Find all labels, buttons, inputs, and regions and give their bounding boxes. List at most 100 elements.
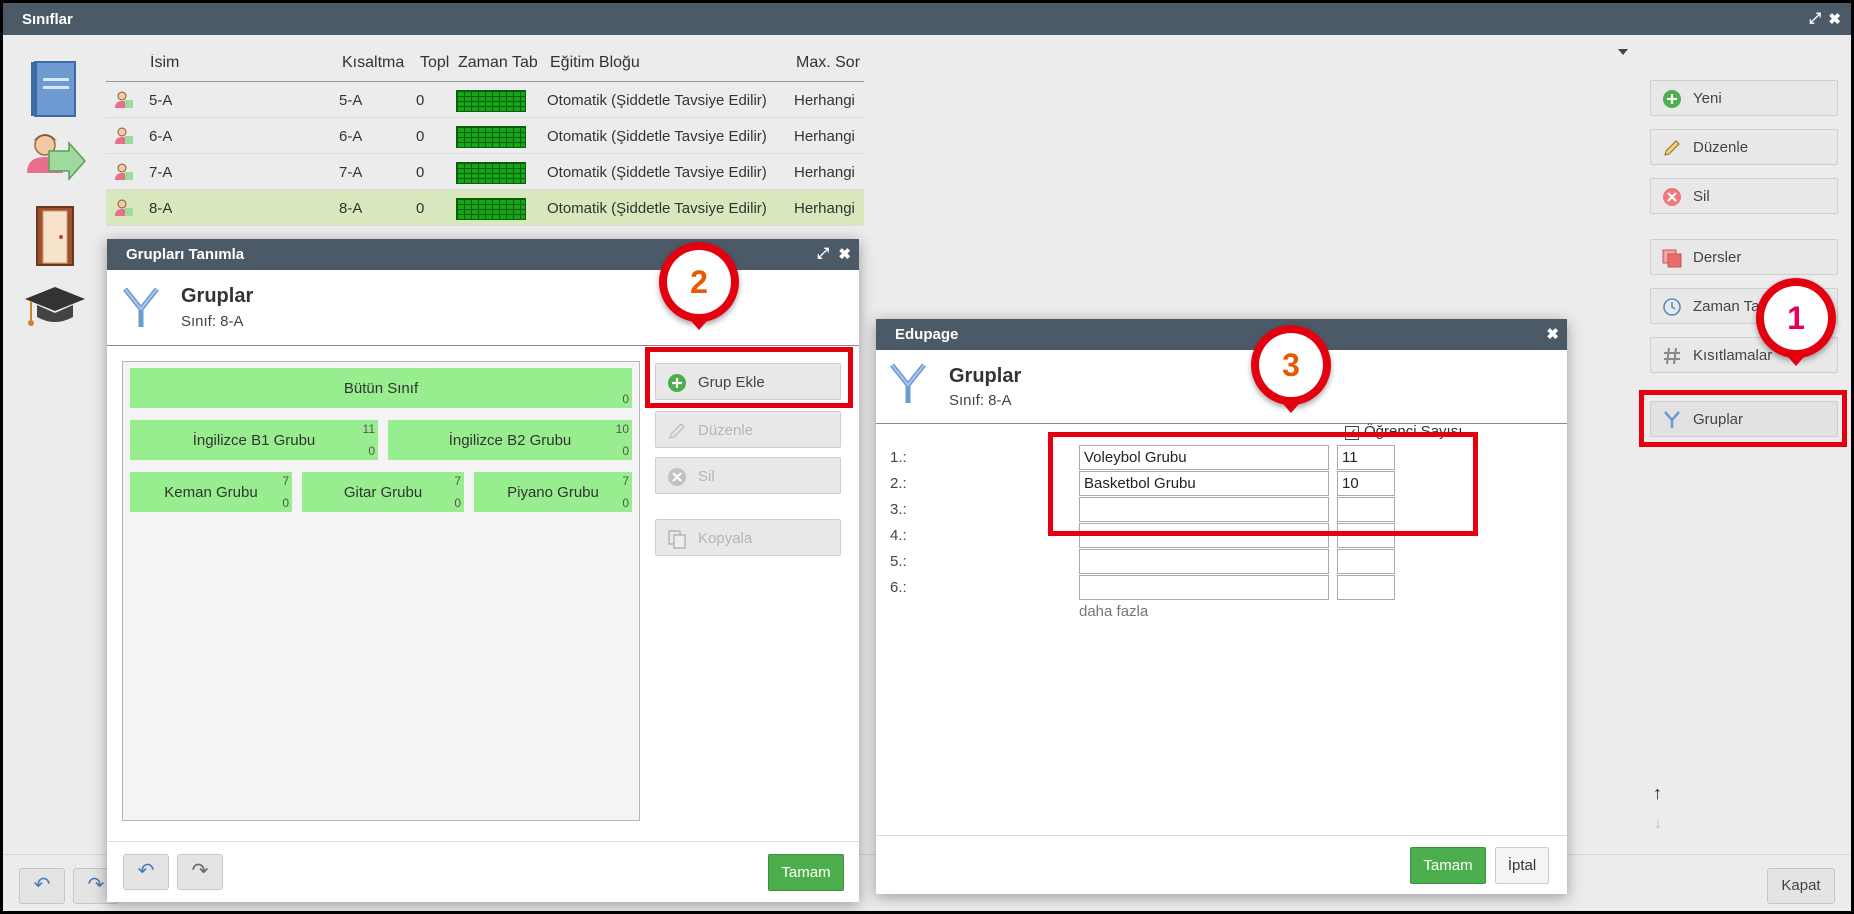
copy-icon [668, 530, 686, 549]
group-count-bottom: 0 [622, 444, 629, 458]
class-icon [115, 199, 133, 216]
step-marker-2: 2 [659, 242, 739, 330]
cell-block: Otomatik (Şiddetle Tavsiye Edilir) [547, 200, 767, 217]
move-up-icon[interactable]: ↑ [1653, 783, 1662, 804]
group-tile[interactable]: Gitar Grubu 7 0 [302, 472, 464, 512]
ok-button[interactable]: Tamam [768, 854, 844, 891]
close-button[interactable]: Kapat [1767, 868, 1835, 904]
cell-total: 0 [416, 200, 425, 217]
step-number: 1 [1764, 286, 1828, 350]
step-number: 2 [667, 250, 731, 314]
new-button[interactable]: Yeni [1650, 80, 1838, 116]
door-icon[interactable] [23, 203, 87, 267]
classes-icon[interactable] [23, 127, 87, 191]
classes-table: İsim Kısaltma Topl Zaman Tab Eğitim Bloğ… [106, 43, 864, 226]
step-marker-1: 1 [1756, 278, 1836, 366]
cell-total: 0 [416, 164, 425, 181]
undo-button[interactable]: ↶ [19, 868, 65, 904]
dialog-title: Grupları Tanımla [126, 246, 245, 263]
class-icon [115, 91, 133, 108]
close-icon[interactable]: ✖ [838, 245, 851, 263]
pencil-icon [669, 423, 685, 439]
group-count-input[interactable] [1337, 549, 1395, 574]
redo-button[interactable]: ↷ [177, 854, 223, 890]
col-header-timetable[interactable]: Zaman Tab [458, 54, 540, 72]
copy-group-button[interactable]: Kopyala [655, 519, 841, 556]
dialog-titlebar: Edupage ✖ [876, 319, 1567, 350]
dialog-header: Gruplar [181, 285, 254, 307]
cell-max: Herhangi [794, 92, 855, 109]
class-icon [115, 163, 133, 180]
step-number: 3 [1259, 333, 1323, 397]
group-tile[interactable]: Keman Grubu 7 0 [130, 472, 292, 512]
col-header-name[interactable]: İsim [150, 54, 290, 72]
col-header-total[interactable]: Topl [420, 54, 450, 72]
group-tile[interactable]: İngilizce B2 Grubu 10 0 [388, 420, 632, 460]
timetable-grid [456, 126, 526, 148]
edit-button[interactable]: Düzenle [1650, 129, 1838, 165]
close-icon[interactable]: ✖ [1828, 10, 1841, 28]
cell-total: 0 [416, 92, 425, 109]
delete-group-button[interactable]: Sil [655, 457, 841, 494]
delete-circle-icon [668, 468, 686, 486]
table-row[interactable]: 5-A 5-A 0 Otomatik (Şiddetle Tavsiye Edi… [106, 82, 864, 118]
maximize-icon[interactable]: ⤢ [817, 245, 829, 262]
cell-short: 7-A [339, 164, 363, 181]
lessons-button[interactable]: Dersler [1650, 239, 1838, 275]
table-row[interactable]: 6-A 6-A 0 Otomatik (Şiddetle Tavsiye Edi… [106, 118, 864, 154]
col-header-max[interactable]: Max. Sor [796, 54, 864, 72]
timetable-grid [456, 162, 526, 184]
dialog-title: Edupage [895, 326, 959, 343]
row-label: 3.: [890, 501, 907, 518]
column-menu-arrow-icon[interactable] [1618, 49, 1628, 55]
row-label: 1.: [890, 449, 907, 466]
lessons-icon [1662, 249, 1682, 268]
plus-circle-icon [1663, 90, 1681, 108]
lessons-button-label: Dersler [1693, 249, 1742, 266]
table-header: İsim Kısaltma Topl Zaman Tab Eğitim Bloğ… [106, 43, 864, 82]
group-count-top: 7 [282, 474, 289, 488]
group-count-top: 11 [362, 422, 375, 436]
new-button-label: Yeni [1693, 90, 1722, 107]
col-header-block[interactable]: Eğitim Bloğu [550, 54, 750, 72]
group-count-bottom: 0 [282, 496, 289, 510]
move-down-icon: ↓ [1654, 815, 1662, 832]
cell-block: Otomatik (Şiddetle Tavsiye Edilir) [547, 92, 767, 109]
table-row[interactable]: 7-A 7-A 0 Otomatik (Şiddetle Tavsiye Edi… [106, 154, 864, 190]
cell-name: 7-A [149, 164, 173, 181]
cell-block: Otomatik (Şiddetle Tavsiye Edilir) [547, 164, 767, 181]
group-name: İngilizce B2 Grubu [448, 432, 572, 449]
groups-fork-icon [890, 363, 926, 403]
ok-button[interactable]: Tamam [1410, 847, 1486, 884]
graduation-cap-icon[interactable] [23, 277, 87, 341]
more-link[interactable]: daha fazla [1079, 603, 1148, 620]
delete-button[interactable]: Sil [1650, 178, 1838, 214]
divider [876, 423, 1567, 424]
copy-group-label: Kopyala [698, 530, 753, 547]
undo-button[interactable]: ↶ [123, 854, 169, 890]
maximize-icon[interactable]: ⤢ [1809, 10, 1821, 27]
clock-icon [1663, 298, 1681, 316]
col-header-short[interactable]: Kısaltma [342, 54, 412, 72]
window-titlebar: Sınıflar ⤢ ✖ [3, 3, 1851, 35]
book-icon[interactable] [23, 58, 87, 122]
close-icon[interactable]: ✖ [1546, 325, 1559, 343]
group-name-input[interactable] [1079, 549, 1329, 574]
group-tile-whole-class[interactable]: Bütün Sınıf 0 [130, 368, 632, 408]
group-count-top: 7 [622, 474, 629, 488]
groups-fork-icon [123, 287, 159, 327]
table-row-selected[interactable]: 8-A 8-A 0 Otomatik (Şiddetle Tavsiye Edi… [106, 190, 864, 226]
constraints-button-label: Kısıtlamalar [1693, 347, 1773, 364]
dialog-header: Gruplar [949, 365, 1022, 387]
row-label: 4.: [890, 527, 907, 544]
cell-name: 6-A [149, 128, 173, 145]
group-name-input[interactable] [1079, 575, 1329, 600]
group-count-input[interactable] [1337, 575, 1395, 600]
cancel-button[interactable]: İptal [1495, 847, 1549, 884]
edit-group-button[interactable]: Düzenle [655, 411, 841, 448]
group-tile[interactable]: İngilizce B1 Grubu 11 0 [130, 420, 378, 460]
cell-max: Herhangi [794, 128, 855, 145]
group-tile[interactable]: Piyano Grubu 7 0 [474, 472, 632, 512]
row-label: 2.: [890, 475, 907, 492]
cell-short: 5-A [339, 92, 363, 109]
